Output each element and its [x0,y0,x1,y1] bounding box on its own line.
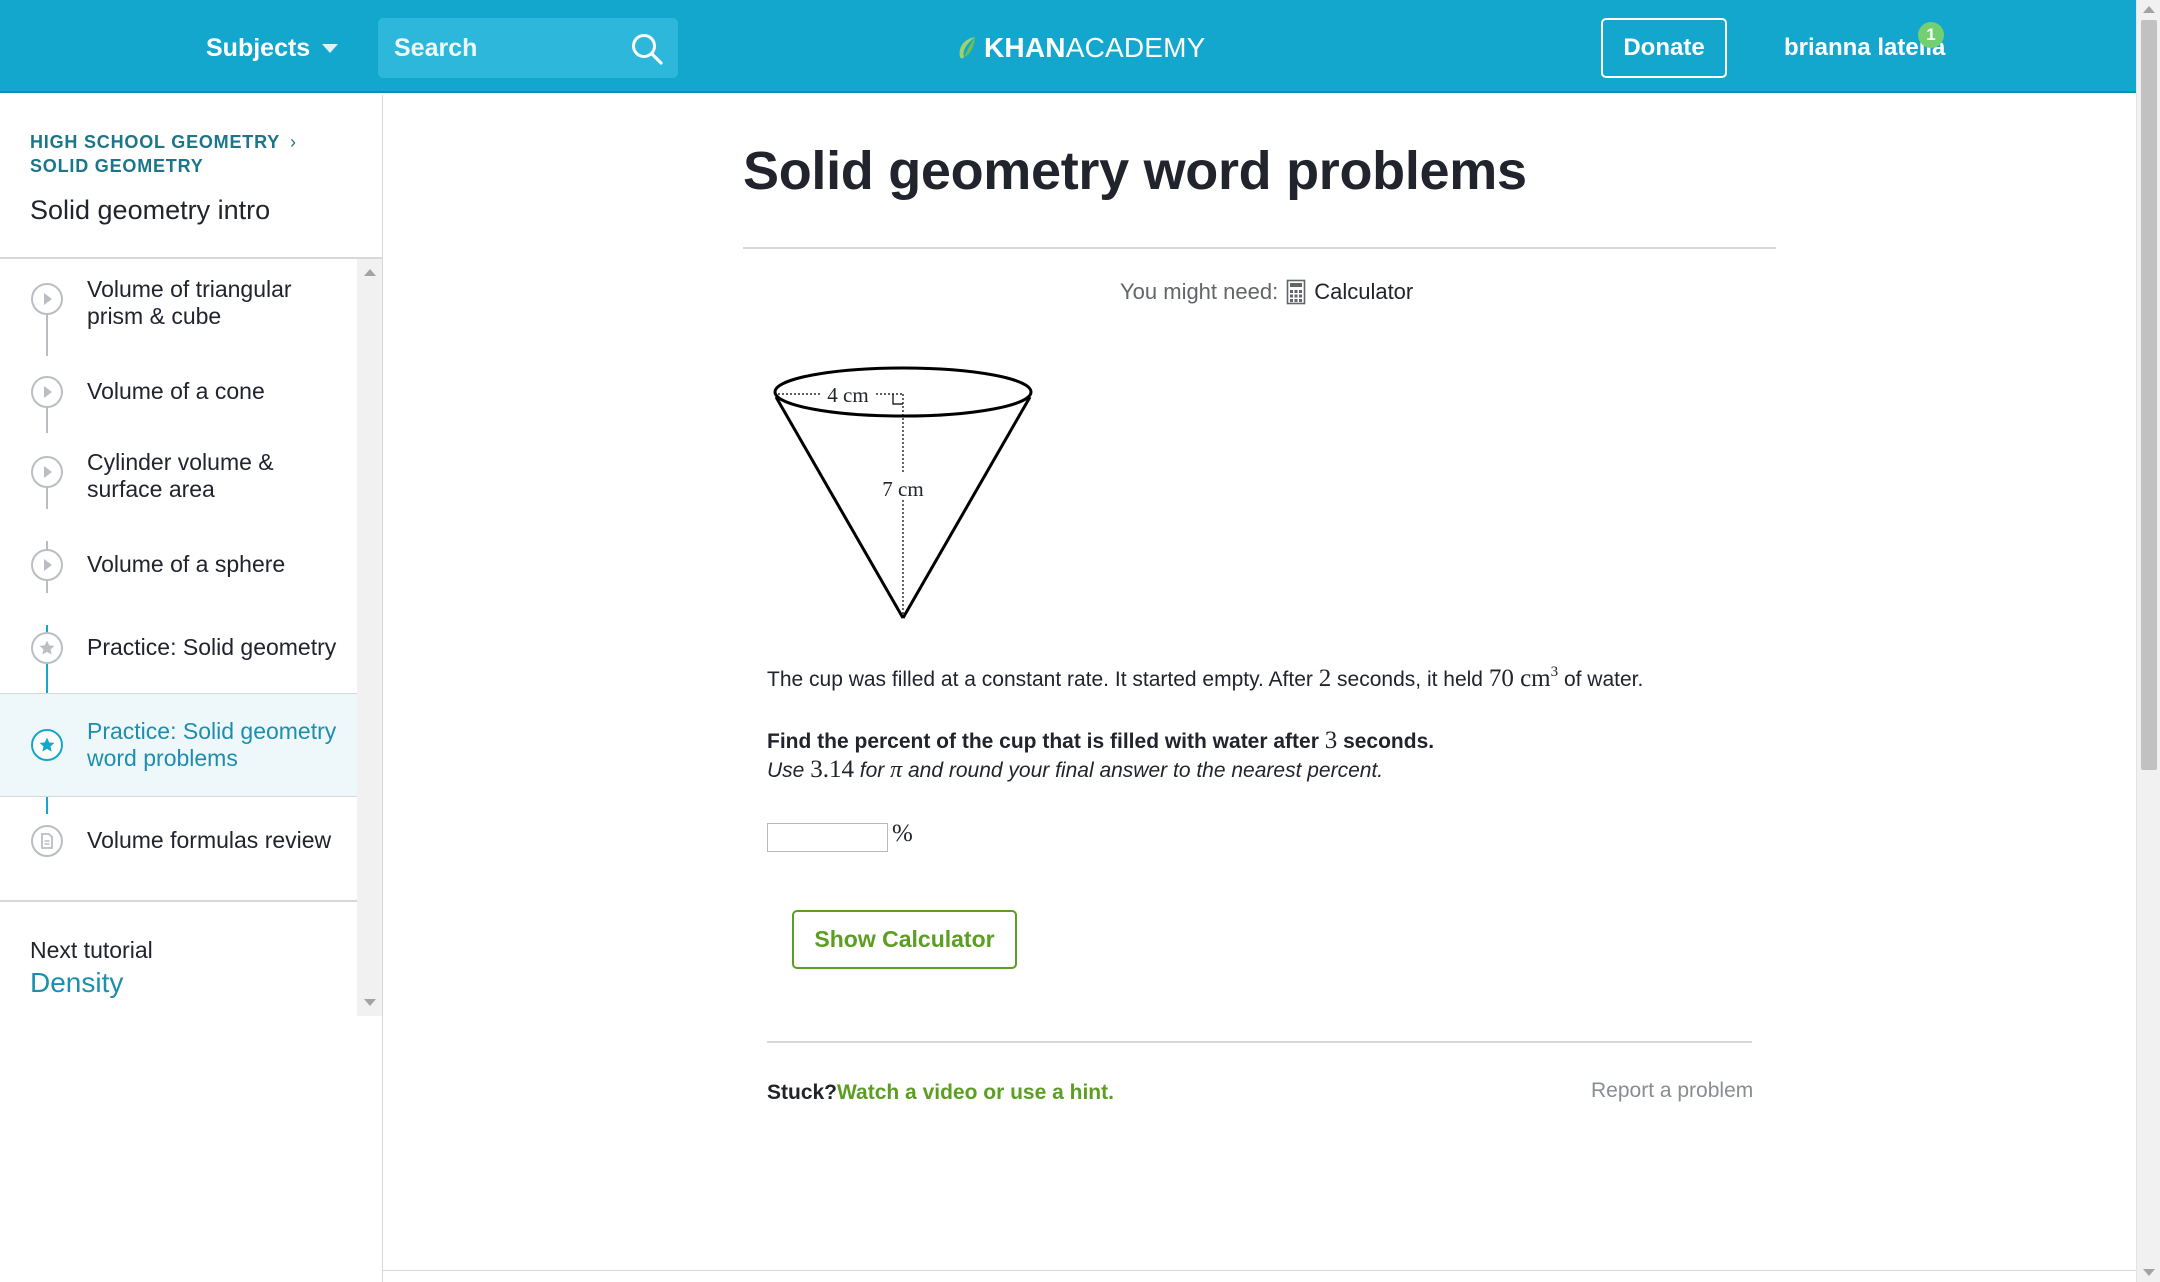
scrollbar-thumb[interactable] [2141,20,2157,770]
chevron-right-icon: › [290,132,297,152]
sidebar-item-label: Volume formulas review [87,827,332,853]
page-title: Solid geometry word problems [743,141,1527,201]
sidebar: HIGH SCHOOL GEOMETRY › SOLID GEOMETRY Sol… [0,95,383,1282]
breadcrumb-course[interactable]: HIGH SCHOOL GEOMETRY › [30,132,297,153]
sidebar-item-volume-formulas-review[interactable]: Volume formulas review [0,797,357,885]
star-icon [31,632,63,664]
tutorial-list: Volume of triangular prism & cube Volume … [0,259,357,902]
star-icon [31,729,63,761]
next-tutorial-label: Next tutorial [30,937,153,963]
sidebar-item-volume-cone[interactable]: Volume of a cone [0,352,357,432]
search-input[interactable] [378,18,618,78]
show-calculator-button[interactable]: Show Calculator [792,910,1017,969]
instruction-text: Use 3.14 for π and round your final answ… [767,756,1384,783]
hint-link[interactable]: Watch a video or use a hint. [837,1081,1114,1105]
subjects-menu-button[interactable]: Subjects [206,30,339,66]
percent-symbol: % [892,820,913,847]
khan-academy-logo[interactable]: KHAN ACADEMY [956,28,1206,68]
answer-input[interactable] [767,823,888,852]
sidebar-item-cylinder-volume[interactable]: Cylinder volume & surface area [0,432,357,525]
sidebar-item-label: Volume of triangular prism & cube [87,276,292,329]
sidebar-item-label: Volume of a sphere [87,551,286,577]
subjects-label: Subjects [206,33,311,62]
play-icon [31,549,63,581]
sidebar-item-volume-sphere[interactable]: Volume of a sphere [0,525,357,605]
sidebar-item-label: Practice: Solid geometry word problems [87,718,337,771]
play-icon [31,376,63,408]
notification-badge[interactable]: 1 [1918,22,1944,48]
sidebar-item-label: Volume of a cone [87,378,265,404]
caret-down-icon [322,43,339,53]
page-bottom-divider [383,1270,2136,1271]
donate-button[interactable]: Donate [1601,18,1727,78]
scroll-up-arrow-icon[interactable] [2143,6,2155,13]
breadcrumb-unit[interactable]: SOLID GEOMETRY [30,156,204,177]
next-tutorial-link[interactable]: Density [30,967,123,999]
report-problem-link[interactable]: Report a problem [1591,1079,1753,1103]
logo-text-light: ACADEMY [1065,32,1206,63]
sidebar-scrollbar[interactable] [357,259,382,1016]
sidebar-item-label: Practice: Solid geometry [87,634,337,660]
page-scrollbar[interactable] [2136,0,2160,1282]
sidebar-title: Solid geometry intro [30,195,271,225]
cone-figure: 4 cm 7 cm [773,366,1033,619]
scroll-up-arrow-icon[interactable] [364,269,376,276]
play-icon [31,456,63,488]
top-navigation-bar: Subjects KHANACADEMY Donate brianna late… [0,0,2136,93]
sidebar-item-volume-triangular-prism[interactable]: Volume of triangular prism & cube [0,259,357,352]
might-need-label: You might need: [1120,279,1279,304]
calculator-icon [1286,279,1306,305]
search-box[interactable] [378,18,678,78]
leaf-icon [959,37,975,59]
scroll-down-arrow-icon[interactable] [364,999,376,1006]
title-divider [743,247,1776,249]
calculator-label: Calculator [1314,279,1414,304]
sidebar-item-practice-solid-geometry[interactable]: Practice: Solid geometry [0,605,357,693]
question-text: Find the percent of the cup that is fill… [767,727,1435,754]
sidebar-item-label: Cylinder volume & surface area [87,449,274,502]
play-icon [31,283,63,315]
height-label: 7 cm [882,477,923,501]
stuck-label: Stuck? [767,1081,838,1104]
tools-needed: You might need: Calculator [1120,279,1413,305]
logo-text-bold: KHAN [984,32,1066,63]
article-icon [31,825,63,857]
sidebar-item-practice-word-problems[interactable]: Practice: Solid geometry word problems [0,693,357,797]
radius-label: 4 cm [827,383,868,407]
scroll-down-arrow-icon[interactable] [2143,1269,2155,1276]
breadcrumb-course-label: HIGH SCHOOL GEOMETRY [30,132,281,152]
footer-divider [767,1041,1752,1043]
problem-statement: The cup was filled at a constant rate. I… [767,664,1644,692]
sidebar-divider [0,900,357,902]
search-icon[interactable] [630,32,664,66]
